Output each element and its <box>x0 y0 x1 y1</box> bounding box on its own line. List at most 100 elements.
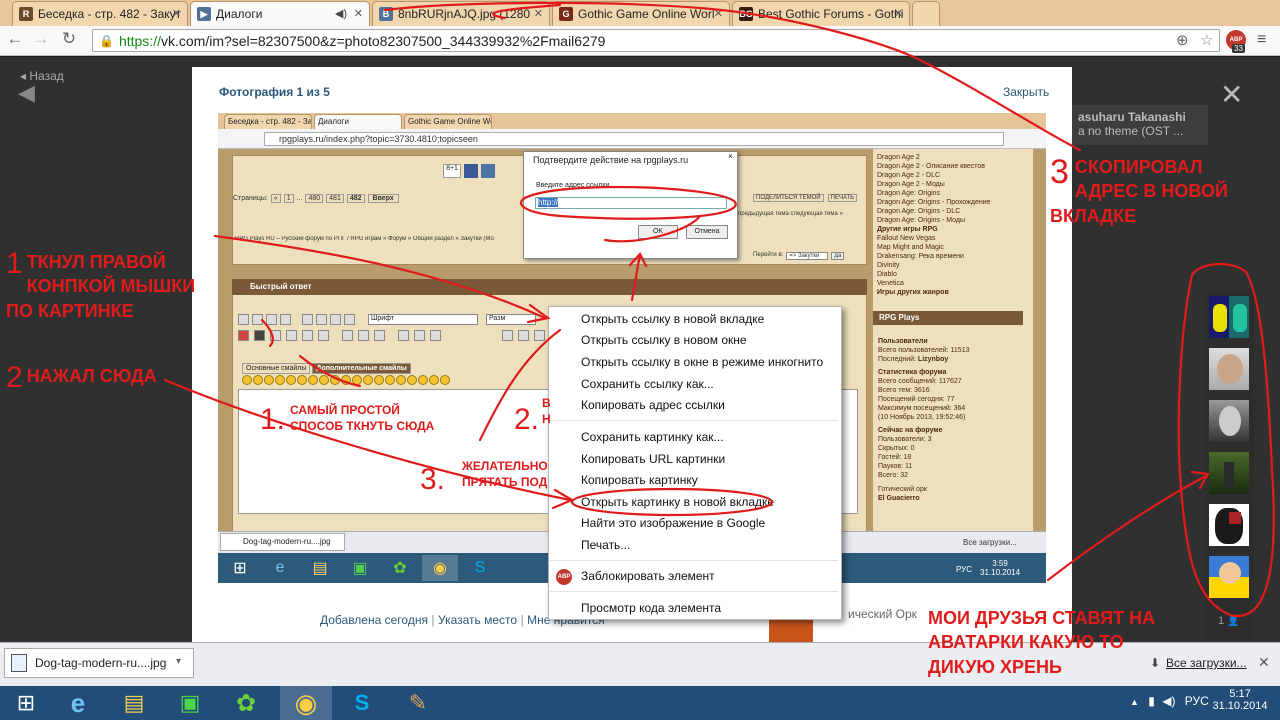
taskbar-clock[interactable]: 5:17 31.10.2014 <box>1212 688 1268 712</box>
table-icon <box>318 330 329 341</box>
inner-dialog-cancel: Отмена <box>686 225 728 239</box>
inner-smiles-tabs: Основные смайлы Дополнительные смайлы <box>242 363 411 374</box>
inner-dialog-label: Введите адрес ссылки. <box>536 182 612 189</box>
icq-icon[interactable]: ✿ <box>220 686 272 720</box>
email-icon <box>286 330 297 341</box>
tab-rpgplays[interactable]: R Беседка - стр. 482 - Закут ✕ <box>12 1 188 26</box>
vk-favicon-icon: ▶ <box>197 7 211 21</box>
friend-avatar[interactable] <box>1209 296 1249 338</box>
friend-avatar[interactable] <box>1209 504 1249 546</box>
tt-icon <box>430 330 441 341</box>
menu-search-image-google[interactable]: Найти это изображение в Google <box>581 516 765 530</box>
close-link[interactable]: Закрыть <box>1003 85 1049 99</box>
menu-save-link-as[interactable]: Сохранить ссылку как... <box>581 377 714 391</box>
menu-copy-link-address[interactable]: Копировать адрес ссылки <box>581 398 725 412</box>
set-place-link[interactable]: Указать место <box>438 613 517 627</box>
file-explorer-icon[interactable]: ▤ <box>108 686 160 720</box>
tab-gothic-forums[interactable]: BG Best Gothic Forums - Gothi ✕ <box>732 1 910 26</box>
star-icon[interactable]: ☆ <box>1200 31 1213 49</box>
windows-store-icon[interactable]: ▣ <box>164 686 216 720</box>
inner-tab: Диалоги <box>314 114 402 129</box>
volume-icon[interactable]: ◀) <box>1162 694 1175 708</box>
forward-arrow-icon[interactable]: → <box>30 29 52 49</box>
back-arrow-icon[interactable]: ← <box>4 29 26 49</box>
close-tab-icon[interactable]: ✕ <box>172 7 181 20</box>
input-language[interactable]: РУС <box>1185 694 1209 708</box>
close-viewer-icon[interactable]: ✕ <box>1220 78 1243 111</box>
close-tab-icon[interactable]: ✕ <box>354 7 363 20</box>
tab-dialogs[interactable]: ▶ Диалоги ◀) ✕ <box>190 1 370 26</box>
download-menu-arrow-icon[interactable]: ▾ <box>176 656 181 667</box>
menu-inspect-element[interactable]: Просмотр кода элемента <box>581 601 721 615</box>
tab-title: Беседка - стр. 482 - Закут <box>38 7 182 21</box>
url-scheme: https:// <box>118 32 161 49</box>
menu-open-link-new-tab[interactable]: Открыть ссылку в новой вкладке <box>581 312 764 326</box>
friend-avatar[interactable] <box>1209 348 1249 390</box>
image-link-icon <box>254 330 265 341</box>
list-icon <box>374 330 385 341</box>
new-tab-button[interactable] <box>912 1 940 26</box>
tab-photo[interactable]: B 8nbRURjnAJQ.jpg (1280 ✕ <box>372 1 550 26</box>
inner-dialog-input: http:// <box>535 197 727 209</box>
sup-icon <box>398 330 409 341</box>
download-item[interactable]: Dog-tag-modern-ru....jpg <box>4 648 194 678</box>
friend-avatar[interactable] <box>1209 400 1249 442</box>
menu-open-link-new-window[interactable]: Открыть ссылку в новом окне <box>581 333 747 347</box>
gothic-favicon-icon: BG <box>739 7 753 21</box>
inner-category-list: Dragon Age 2 Dragon Age 2 - Описание кве… <box>877 154 991 296</box>
menu-open-image-new-tab[interactable]: Открыть картинку в новой вкладке <box>581 495 774 509</box>
quote-icon <box>358 330 369 341</box>
annotation-inner-hide-num: 3. <box>420 463 446 496</box>
annotation-inner-simple: САМЫЙ ПРОСТОЙ СПОСОБ ТКНУТЬ СЮДА <box>290 403 435 434</box>
peek-name: asuharu Takanashi <box>1078 110 1186 124</box>
related-thumbnail[interactable] <box>769 620 813 642</box>
added-today-link[interactable]: Добавлена сегодня <box>320 613 428 627</box>
inner-pagination: Страницы: « 1 ... 480 481 482 Вверх <box>233 194 399 203</box>
friend-avatar[interactable] <box>1209 452 1249 494</box>
inner-dialog-ok: OK <box>638 225 678 239</box>
menu-copy-image-url[interactable]: Копировать URL картинки <box>581 452 725 466</box>
chrome-icon: ◉ <box>422 555 458 581</box>
align-right-icon <box>330 314 341 325</box>
windows-logo-icon: ⊞ <box>233 560 247 577</box>
prev-photo-arrow-icon[interactable]: ◀ <box>18 80 35 106</box>
explorer-icon: ▤ <box>312 560 328 577</box>
close-tab-icon[interactable]: ✕ <box>534 7 543 20</box>
menu-save-image-as[interactable]: Сохранить картинку как... <box>581 430 724 444</box>
menu-print[interactable]: Печать... <box>581 538 630 552</box>
facebook-icon <box>464 164 478 178</box>
annotation-inner-b: В Н <box>542 396 551 427</box>
image-file-icon <box>11 654 27 672</box>
menu-copy-image[interactable]: Копировать картинку <box>581 473 698 487</box>
friend-avatar[interactable] <box>1209 556 1249 598</box>
tray-arrow-icon[interactable]: ▲ <box>1130 697 1139 707</box>
menu-icon[interactable]: ≡ <box>1257 31 1266 49</box>
annotation-step2: 2 НАЖАЛ СЮДА <box>6 361 157 394</box>
zoom-icon[interactable]: ⊕ <box>1176 31 1189 49</box>
reload-icon[interactable]: ↻ <box>58 29 80 49</box>
vk-favicon-icon: B <box>379 7 393 21</box>
close-download-bar-icon[interactable]: ✕ <box>1258 654 1270 671</box>
ie-icon[interactable]: e <box>52 686 104 720</box>
tab-gothic-online[interactable]: G Gothic Game Online Worl ✕ <box>552 1 730 26</box>
paint-icon[interactable]: ✎ <box>392 686 444 720</box>
annotation-friends: МОИ ДРУЗЬЯ СТАВЯТ НА АВАТАРКИ КАКУЮ ТО Д… <box>928 608 1156 677</box>
tab-title: Диалоги <box>216 7 263 21</box>
network-icon[interactable]: ▮ <box>1148 694 1155 708</box>
align-center-icon <box>316 314 327 325</box>
address-bar[interactable]: 🔒 https:// vk.com/im?sel=82307500&z=phot… <box>92 29 1220 52</box>
menu-open-link-incognito[interactable]: Открыть ссылку в окне в режиме инкогнито <box>581 355 823 369</box>
menu-block-element[interactable]: Заблокировать элемент <box>581 569 715 583</box>
close-tab-icon[interactable]: ✕ <box>894 7 903 20</box>
inner-share-icons: 8+1 <box>443 164 495 178</box>
skype-icon[interactable]: S <box>336 686 388 720</box>
inner-tab: Беседка - стр. 482 - Закут <box>224 114 312 129</box>
windows-start-icon[interactable]: ⊞ <box>0 686 52 720</box>
close-tab-icon[interactable]: ✕ <box>714 7 723 20</box>
vk-icon <box>481 164 495 178</box>
inner-rpgplays-heading: RPG Plays <box>873 311 1023 325</box>
code-icon <box>342 330 353 341</box>
grid-icon <box>502 330 513 341</box>
chrome-icon[interactable]: ◉ <box>280 686 332 720</box>
icq-icon: ✿ <box>393 560 407 577</box>
